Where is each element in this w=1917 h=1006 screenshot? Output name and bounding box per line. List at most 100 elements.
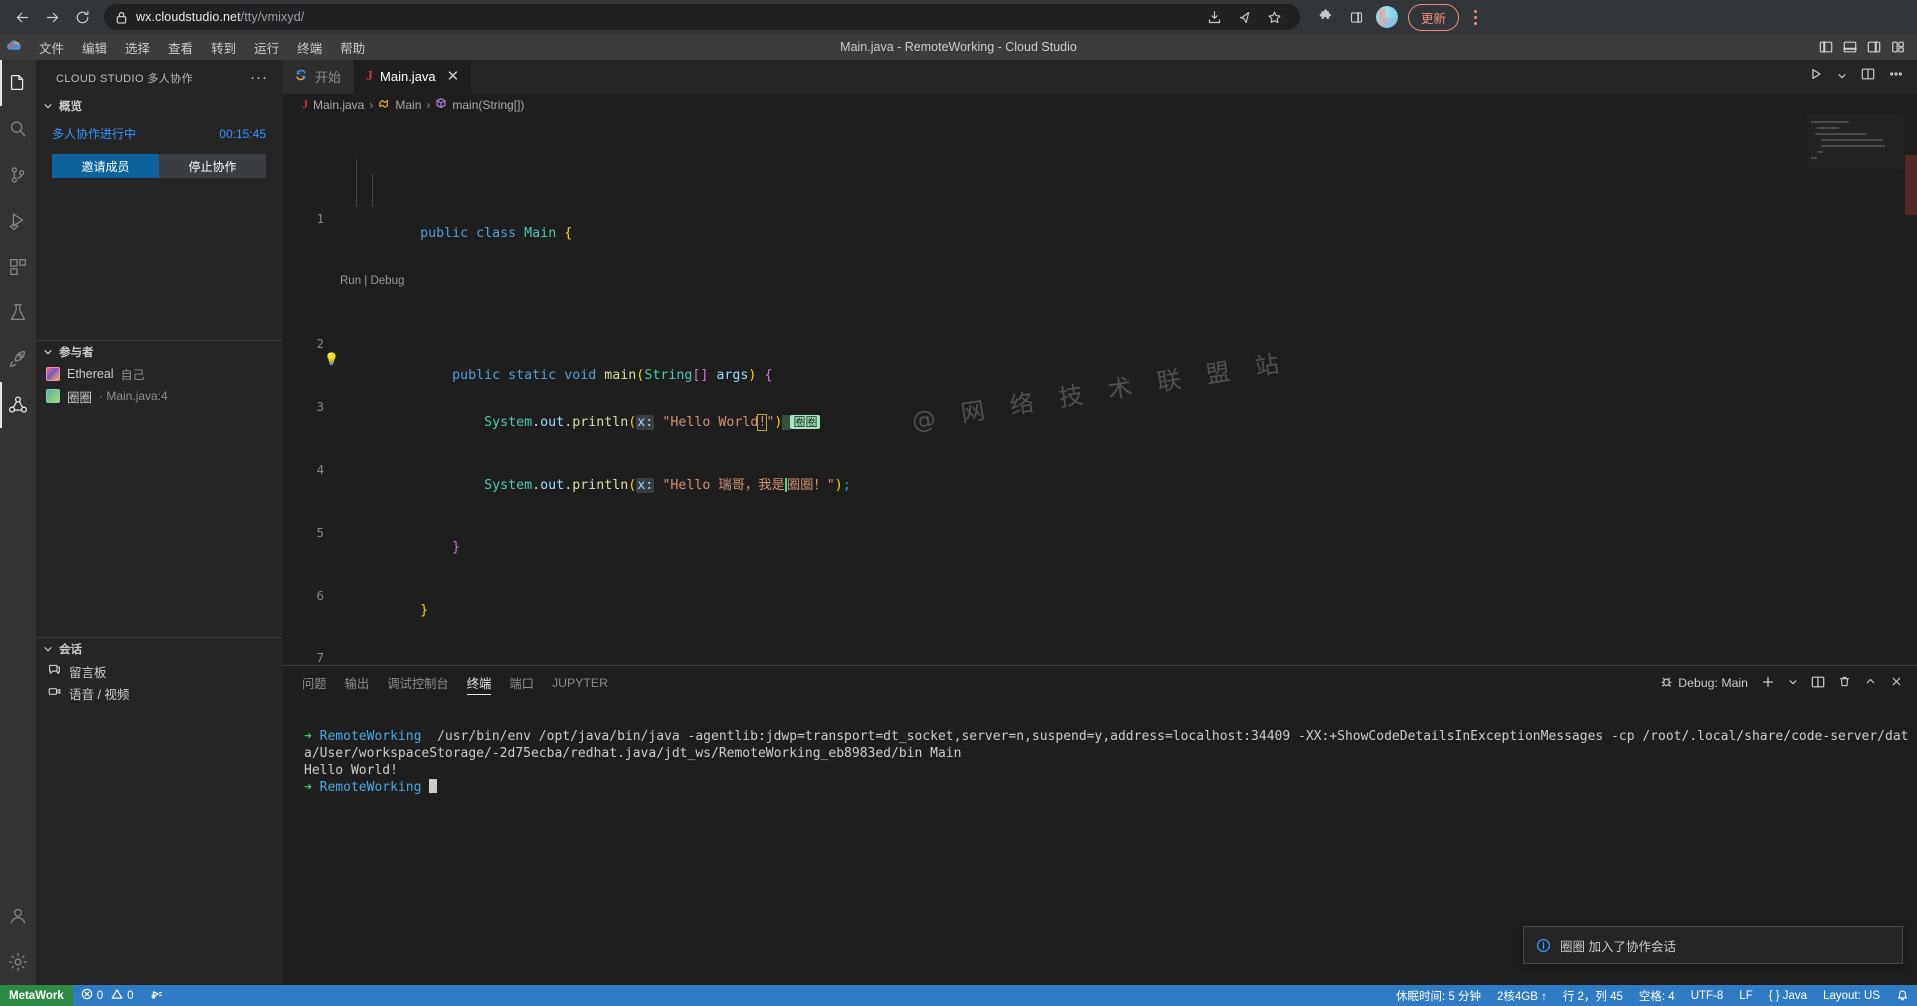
activity-testing[interactable] (0, 290, 36, 336)
menu-file[interactable]: 文件 (30, 35, 73, 60)
activity-manage-settings[interactable] (0, 939, 36, 985)
menu-help[interactable]: 帮助 (331, 35, 374, 60)
live-share-icon (9, 396, 27, 413)
activity-source-control[interactable] (0, 152, 36, 198)
install-icon[interactable] (1200, 3, 1228, 31)
conversation-section-header[interactable]: 会话 (36, 638, 282, 660)
status-machine-spec[interactable]: 2核4GB ↑ (1489, 985, 1555, 1006)
activity-accounts[interactable] (0, 893, 36, 939)
tab-debug-console[interactable]: 调试控制台 (387, 666, 449, 701)
menu-view[interactable]: 查看 (159, 35, 202, 60)
close-panel-x-icon[interactable] (1890, 675, 1903, 691)
invite-member-button[interactable]: 邀请成员 (52, 154, 159, 178)
editor-more-actions-icon[interactable] (1889, 67, 1903, 86)
code-lens[interactable]: Run | Debug (340, 274, 404, 290)
tab-jupyter[interactable]: JUPYTER (552, 666, 608, 701)
minimap-slider[interactable] (1807, 115, 1903, 169)
tab-start[interactable]: 开始 (282, 60, 355, 94)
menu-run[interactable]: 运行 (245, 35, 288, 60)
status-cursor-position[interactable]: 行 2，列 45 (1555, 985, 1631, 1006)
activity-explorer[interactable] (0, 60, 36, 106)
address-bar[interactable]: wx.cloudstudio.net/tty/vmixyd/ (104, 4, 1300, 30)
code-content[interactable]: 1 public class Main { Run | Debug 2 💡 pu… (282, 115, 1917, 665)
stop-collab-button[interactable]: 停止协作 (159, 154, 266, 178)
notification-toast[interactable]: 圈圈 加入了协作会话 (1523, 926, 1903, 964)
tab-terminal[interactable]: 终端 (466, 666, 491, 701)
status-indentation[interactable]: 空格: 4 (1631, 985, 1683, 1006)
overview-section: 概览 多人协作进行中 00:15:45 邀请成员 停止协作 (36, 95, 282, 188)
new-terminal-plus-icon[interactable] (1761, 675, 1775, 692)
overview-section-header[interactable]: 概览 (36, 95, 282, 117)
status-problems[interactable]: 0 0 (73, 985, 142, 1006)
line-number: 2 (316, 336, 324, 352)
activity-remote[interactable] (0, 336, 36, 382)
run-play-icon[interactable] (1809, 67, 1823, 86)
status-notifications-bell[interactable] (1888, 985, 1917, 1006)
java-icon: J (366, 68, 374, 84)
chevron-down-icon (40, 346, 56, 358)
participants-section-header[interactable]: 参与者 (36, 341, 282, 363)
tab-main-java[interactable]: J Main.java ✕ (354, 60, 473, 94)
back-arrow-icon[interactable] (8, 3, 36, 31)
activity-run-debug[interactable] (0, 198, 36, 244)
status-language-mode[interactable]: { } Java (1761, 985, 1815, 1006)
code-lens-row: Run | Debug (282, 258, 1917, 287)
tab-ports[interactable]: 端口 (509, 666, 534, 701)
breadcrumb-file[interactable]: Main.java (313, 98, 364, 112)
list-item[interactable]: 圈圈 · Main.java:4 (36, 385, 282, 407)
status-remote-host[interactable]: MetaWork (0, 985, 73, 1006)
cloudstudio-start-icon (294, 68, 308, 85)
split-terminal-icon[interactable] (1811, 675, 1825, 692)
conversation-voice-video[interactable]: 语音 / 视频 (36, 682, 282, 704)
side-bar: CLOUD STUDIO 多人协作 ··· 概览 多人协作进行中 00:15:4… (36, 60, 282, 985)
status-ports-forwarded[interactable] (142, 985, 172, 1006)
browser-menu-kebab-icon[interactable] (1463, 3, 1487, 31)
status-keyboard-layout[interactable]: Layout: US (1815, 985, 1888, 1006)
conversation-message-board[interactable]: 留言板 (36, 660, 282, 682)
menu-selection[interactable]: 选择 (116, 35, 159, 60)
activity-live-share[interactable] (0, 382, 36, 428)
code-line: 2 💡 public static void main(String[] arg… (282, 321, 1917, 382)
run-dropdown-chevron[interactable] (1837, 68, 1847, 86)
status-eol[interactable]: LF (1731, 985, 1760, 1006)
list-item[interactable]: Ethereal 自己 (36, 363, 282, 385)
maximize-panel-chevron-icon[interactable] (1864, 675, 1877, 691)
reload-icon[interactable] (68, 3, 96, 31)
status-idle-time[interactable]: 休眠时间: 5 分钟 (1388, 985, 1489, 1006)
toggle-panel-icon[interactable] (1843, 40, 1857, 54)
share-icon[interactable] (1230, 3, 1258, 31)
forward-arrow-icon[interactable] (38, 3, 66, 31)
files-icon (10, 75, 24, 91)
update-button[interactable]: 更新 (1408, 3, 1460, 31)
line-number: 5 (316, 524, 324, 540)
toggle-secondary-sidebar-icon[interactable] (1867, 40, 1881, 54)
split-editor-icon[interactable] (1861, 67, 1875, 86)
overview-body: 多人协作进行中 00:15:45 邀请成员 停止协作 (36, 117, 282, 188)
activity-extensions[interactable] (0, 244, 36, 290)
profile-avatar[interactable] (1376, 6, 1398, 28)
breadcrumb-class[interactable]: Main (395, 98, 421, 112)
toggle-primary-sidebar-icon[interactable] (1819, 40, 1833, 54)
side-panel-icon[interactable] (1342, 3, 1370, 31)
breadcrumb-method[interactable]: main(String[]) (452, 98, 524, 112)
lightbulb-icon[interactable]: 💡 (324, 352, 339, 368)
editor-tab-bar: 开始 J Main.java ✕ (282, 60, 1917, 94)
close-icon[interactable]: ✕ (447, 69, 460, 84)
terminal-profile-chevron[interactable] (1788, 676, 1798, 690)
activity-search[interactable] (0, 106, 36, 152)
menu-go[interactable]: 转到 (202, 35, 245, 60)
sidebar-more-actions-icon[interactable]: ··· (250, 69, 274, 86)
bookmark-star-icon[interactable] (1260, 3, 1288, 31)
tab-output[interactable]: 输出 (345, 666, 370, 701)
participants-header-label: 参与者 (59, 347, 94, 359)
kill-terminal-trash-icon[interactable] (1838, 675, 1851, 691)
menu-edit[interactable]: 编辑 (73, 35, 116, 60)
status-encoding[interactable]: UTF-8 (1683, 985, 1732, 1006)
code-editor[interactable]: 1 public class Main { Run | Debug 2 💡 pu… (282, 115, 1917, 665)
terminal-cursor (429, 778, 438, 793)
terminal-debug-selector[interactable]: Debug: Main (1660, 675, 1748, 691)
menu-terminal[interactable]: 终端 (288, 35, 331, 60)
tab-problems[interactable]: 问题 (302, 666, 327, 701)
customize-layout-icon[interactable] (1891, 40, 1905, 54)
extensions-puzzle-icon[interactable] (1312, 3, 1340, 31)
